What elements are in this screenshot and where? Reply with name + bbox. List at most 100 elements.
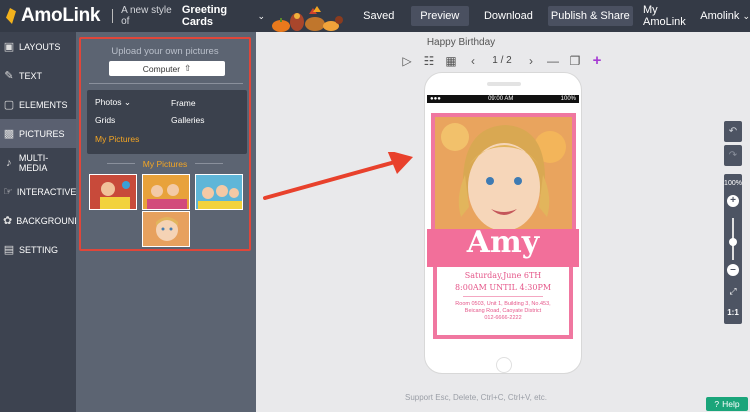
interactive-icon: ☞ (3, 185, 13, 198)
redo-icon[interactable]: ↷ (724, 145, 742, 166)
page-title: Happy Birthday (426, 37, 496, 48)
editor-canvas: Happy Birthday ▷ ☷ ▦ ‹ 1 / 2 › — ❐ + ●●●… (256, 32, 750, 412)
party-photo-thumbnail (143, 175, 189, 209)
sidebar-item-pictures[interactable]: ▩ PICTURES (0, 119, 76, 148)
menu-item-photos-label: Photos (95, 97, 122, 107)
sidebar: ▣ LAYOUTS ✎ TEXT ▢ ELEMENTS ▩ PICTURES ♪… (0, 32, 81, 412)
top-bar: AmoLink A new style of Greeting Cards ⌄ … (0, 0, 750, 32)
sidebar-item-setting[interactable]: ▤ SETTING (0, 235, 76, 264)
zoom-slider-handle[interactable] (729, 238, 737, 246)
girl-photo-thumbnail (143, 212, 189, 246)
party-photo-thumbnail (196, 175, 242, 209)
page-indicator: 1 / 2 (492, 55, 512, 66)
preview-button[interactable]: Preview (410, 6, 470, 26)
logo-mark-icon (4, 5, 18, 27)
card-info-box: Saturday,June 6TH 8:00AM UNTIL 4:30PM Ro… (433, 267, 573, 339)
sidebar-item-layouts[interactable]: ▣ LAYOUTS (0, 32, 76, 61)
party-photo-thumbnail (90, 175, 136, 209)
chevron-down-icon[interactable]: ⌄ (257, 11, 265, 22)
menu-item-galleries[interactable]: Galleries (171, 115, 205, 125)
logo-text: AmoLink (21, 5, 101, 26)
picture-thumbnail[interactable] (89, 174, 137, 210)
status-time: 09:00 AM (488, 96, 514, 102)
menu-item-frame[interactable]: Frame (171, 98, 196, 108)
sidebar-item-elements[interactable]: ▢ ELEMENTS (0, 90, 76, 119)
grid-view-icon[interactable]: ☷ (418, 54, 440, 68)
grid-lines-icon[interactable]: ▦ (440, 54, 462, 68)
help-button[interactable]: ? Help (706, 397, 748, 411)
elements-icon: ▢ (3, 98, 15, 111)
address-line: Beicang Road, Caoyate District (464, 308, 542, 314)
logo[interactable]: AmoLink (0, 0, 100, 32)
menu-item-photos[interactable]: Photos ⌄ (95, 97, 131, 108)
product-selector[interactable]: Greeting Cards (182, 4, 253, 28)
picture-source-menu: Photos ⌄ Frame Grids Galleries My Pictur… (87, 90, 247, 154)
user-name: Amolink (700, 10, 740, 22)
zoom-reset-button[interactable]: 1:1 (724, 308, 742, 317)
sidebar-item-interactive[interactable]: ☞ INTERACTIVE (0, 177, 76, 206)
card-date[interactable]: Saturday,June 6TH (437, 271, 569, 280)
picture-thumbnail[interactable] (142, 174, 190, 210)
sidebar-item-label: LAYOUTS (19, 41, 61, 52)
phone-screen[interactable]: ●●● 09:00 AM 100% Amy Saturday,June 6TH … (427, 95, 579, 350)
sidebar-item-background[interactable]: ✿ BACKGROUND (0, 206, 81, 235)
status-battery: 100% (560, 96, 576, 102)
phone-status-bar: ●●● 09:00 AM 100% (427, 95, 579, 103)
play-icon[interactable]: ▷ (396, 54, 418, 68)
sidebar-item-label: PICTURES (19, 128, 65, 139)
picture-thumbnail[interactable] (195, 174, 243, 210)
menu-item-my-pictures[interactable]: My Pictures (95, 134, 139, 144)
next-page-icon[interactable]: › (520, 54, 542, 68)
signal-icon: ●●● (430, 96, 441, 102)
tagline: A new style of (121, 5, 172, 27)
undo-icon[interactable]: ↶ (724, 121, 742, 142)
add-page-icon[interactable]: + (586, 52, 608, 69)
my-amolink-link[interactable]: My AmoLink (643, 4, 696, 28)
divider (463, 296, 543, 297)
card-page: Amy Saturday,June 6TH 8:00AM UNTIL 4:30P… (427, 103, 579, 350)
address-line: Room 0503, Unit 1, Building 3, No.453, (455, 301, 551, 307)
upload-computer-button[interactable]: Computer ⇧ (109, 61, 225, 76)
upload-button-label: Computer (142, 63, 181, 74)
sidebar-item-label: ELEMENTS (19, 99, 68, 110)
remove-page-icon[interactable]: — (542, 54, 564, 68)
upload-title: Upload your own pictures (111, 46, 219, 57)
sidebar-item-multimedia[interactable]: ♪ MULTI-MEDIA (0, 148, 76, 177)
shortcut-hint: Support Esc, Delete, Ctrl+C, Ctrl+V, etc… (405, 393, 547, 402)
phone-home-button (496, 357, 512, 373)
card-time[interactable]: 8:00AM UNTIL 4:30PM (437, 283, 569, 292)
text-icon: ✎ (4, 69, 14, 82)
autumn-decoration (271, 0, 345, 32)
chevron-down-icon: ⌄ (742, 10, 750, 21)
highlight-frame: Upload your own pictures Computer ⇧ Phot… (79, 37, 251, 251)
header-divider (112, 9, 114, 23)
pictures-icon: ▩ (3, 127, 15, 140)
user-menu[interactable]: Amolink ⌄ (700, 6, 750, 26)
zoom-in-icon[interactable]: + (727, 195, 739, 207)
saved-status: Saved (363, 10, 395, 22)
sidebar-item-label: INTERACTIVE (16, 186, 77, 197)
download-button[interactable]: Download (479, 6, 538, 26)
address-line: 012-6666-2222 (484, 315, 522, 321)
sidebar-item-text[interactable]: ✎ TEXT (0, 61, 76, 90)
previous-page-icon[interactable]: ‹ (462, 54, 484, 68)
my-pictures-heading: My Pictures (142, 159, 188, 169)
picture-thumbnail[interactable] (142, 211, 190, 247)
divider (89, 83, 243, 84)
fit-screen-icon[interactable]: ⤢ (724, 286, 742, 297)
card-name[interactable]: Amy (427, 225, 579, 260)
menu-item-grids[interactable]: Grids (95, 115, 115, 125)
sidebar-item-label: SETTING (19, 244, 59, 255)
sidebar-item-label: TEXT (19, 70, 43, 81)
publish-share-button[interactable]: Publish & Share (547, 6, 633, 26)
phone-speaker (487, 82, 521, 86)
sidebar-item-label: MULTI-MEDIA (18, 152, 49, 173)
zoom-control: 100% + – ⤢ 1:1 (724, 174, 742, 324)
zoom-level: 100% (724, 180, 742, 187)
zoom-out-icon[interactable]: – (727, 264, 739, 276)
card-address[interactable]: Room 0503, Unit 1, Building 3, No.453, B… (437, 301, 569, 322)
help-icon: ? (714, 399, 720, 409)
phone-preview: ●●● 09:00 AM 100% Amy Saturday,June 6TH … (424, 72, 582, 374)
duplicate-page-icon[interactable]: ❐ (564, 54, 586, 68)
multimedia-icon: ♪ (6, 156, 12, 169)
